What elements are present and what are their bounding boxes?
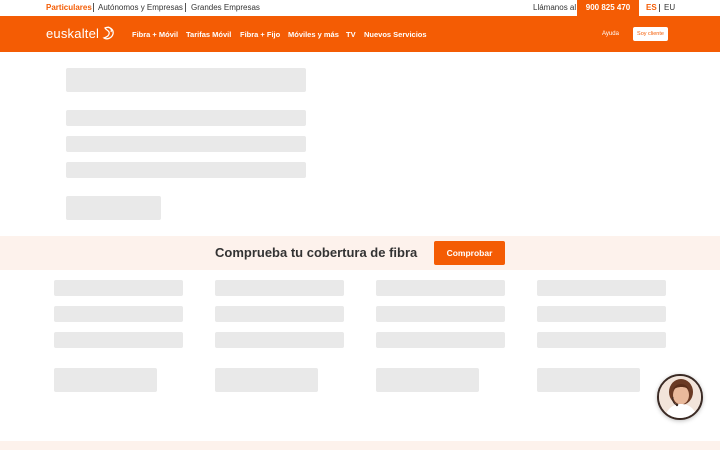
chat-assistant-icon xyxy=(659,376,701,418)
nav-item-tarifas-movil[interactable]: Tarifas Móvil xyxy=(186,30,231,40)
nav-item-fibra-fijo[interactable]: Fibra + Fijo xyxy=(240,30,280,40)
skeleton-card-line xyxy=(215,280,344,296)
divider xyxy=(659,4,660,12)
skeleton-hero-button xyxy=(66,196,161,220)
skeleton-hero-line xyxy=(66,136,306,152)
client-login-button[interactable]: Soy cliente xyxy=(633,27,668,41)
skeleton-card-line xyxy=(537,306,666,322)
call-us-label: Llámanos al xyxy=(533,3,577,12)
skeleton-card-line xyxy=(215,306,344,322)
coverage-title: Comprueba tu cobertura de fibra xyxy=(215,245,418,260)
skeleton-card-line xyxy=(376,306,505,322)
skeleton-card-line xyxy=(54,306,183,322)
divider xyxy=(185,3,186,12)
skeleton-card-button xyxy=(376,368,479,392)
top-strip: Particulares Autónomos y Empresas Grande… xyxy=(0,0,720,16)
brand-logo[interactable]: euskaltel xyxy=(46,25,99,43)
skeleton-card-line xyxy=(54,332,183,348)
help-link[interactable]: Ayuda xyxy=(602,30,619,38)
skeleton-card-button xyxy=(54,368,157,392)
skeleton-card-button xyxy=(537,368,640,392)
nav-item-nuevos-servicios[interactable]: Nuevos Servicios xyxy=(364,30,427,40)
segment-grandes-empresas[interactable]: Grandes Empresas xyxy=(191,2,260,14)
skeleton-card-line xyxy=(54,280,183,296)
chat-assistant-button[interactable] xyxy=(657,374,703,420)
nav-item-moviles[interactable]: Móviles y más xyxy=(288,30,339,40)
segment-autonomos-empresas[interactable]: Autónomos y Empresas xyxy=(98,2,183,14)
nav-item-tv[interactable]: TV xyxy=(346,30,356,40)
euskaltel-logo-icon xyxy=(102,26,114,40)
nav-item-fibra-movil[interactable]: Fibra + Móvil xyxy=(132,30,178,40)
skeleton-hero-title xyxy=(66,68,306,92)
phone-number-link[interactable]: 900 825 470 xyxy=(577,0,639,16)
skeleton-card-button xyxy=(215,368,318,392)
language-es[interactable]: ES xyxy=(646,2,657,14)
skeleton-card-line xyxy=(215,332,344,348)
skeleton-hero-line xyxy=(66,110,306,126)
skeleton-card-line xyxy=(376,332,505,348)
language-eu[interactable]: EU xyxy=(664,2,675,14)
divider xyxy=(93,3,94,12)
coverage-banner: Comprueba tu cobertura de fibra Comproba… xyxy=(0,236,720,270)
skeleton-card-line xyxy=(537,280,666,296)
skeleton-card-line xyxy=(537,332,666,348)
bottom-band xyxy=(0,441,720,450)
check-coverage-button[interactable]: Comprobar xyxy=(434,241,505,265)
skeleton-hero-line xyxy=(66,162,306,178)
main-navigation: euskaltel Fibra + Móvil Tarifas Móvil Fi… xyxy=(0,16,720,52)
skeleton-card-line xyxy=(376,280,505,296)
segment-particulares[interactable]: Particulares xyxy=(46,2,92,14)
